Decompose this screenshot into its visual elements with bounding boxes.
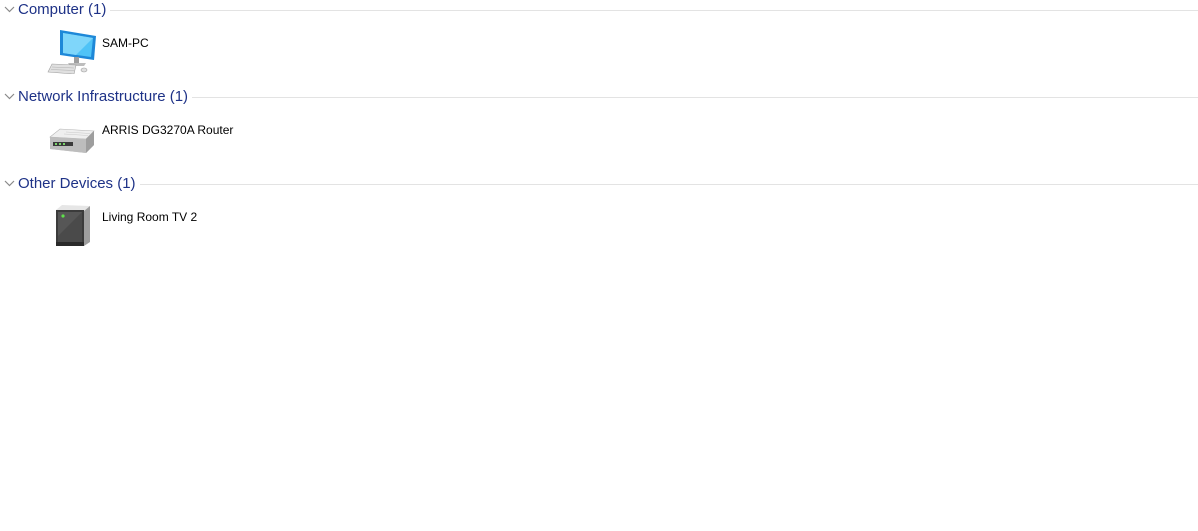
group-title[interactable]: Computer (1): [18, 1, 111, 19]
chevron-down-icon[interactable]: [4, 91, 15, 102]
router-icon: [49, 128, 95, 153]
chevron-down-icon[interactable]: [4, 178, 15, 189]
group-other-devices: Other Devices (1) Living Room TV 2: [0, 174, 1198, 261]
group-header-other-devices[interactable]: Other Devices (1): [0, 174, 1198, 194]
device-label: ARRIS DG3270A Router: [102, 123, 234, 137]
group-separator: [18, 184, 1198, 185]
group-network-infrastructure: Network Infrastructure (1) ARRIS DG3270A…: [0, 87, 1198, 174]
device-item-arris-router[interactable]: ARRIS DG3270A Router: [46, 109, 306, 165]
desktop-computer-icon: [47, 30, 96, 74]
group-computer: Computer (1) SAM-PC: [0, 0, 1198, 87]
group-separator: [18, 97, 1198, 98]
device-item-sam-pc[interactable]: SAM-PC: [46, 22, 306, 78]
group-header-network-infrastructure[interactable]: Network Infrastructure (1): [0, 87, 1198, 107]
group-title[interactable]: Other Devices (1): [18, 175, 140, 193]
group-separator: [18, 10, 1198, 11]
group-title[interactable]: Network Infrastructure (1): [18, 88, 193, 106]
group-header-computer[interactable]: Computer (1): [0, 0, 1198, 20]
device-label: Living Room TV 2: [102, 210, 198, 224]
chevron-down-icon[interactable]: [4, 4, 15, 15]
device-label: SAM-PC: [102, 36, 149, 50]
device-item-living-room-tv[interactable]: Living Room TV 2: [46, 196, 306, 252]
media-device-icon: [56, 205, 90, 246]
